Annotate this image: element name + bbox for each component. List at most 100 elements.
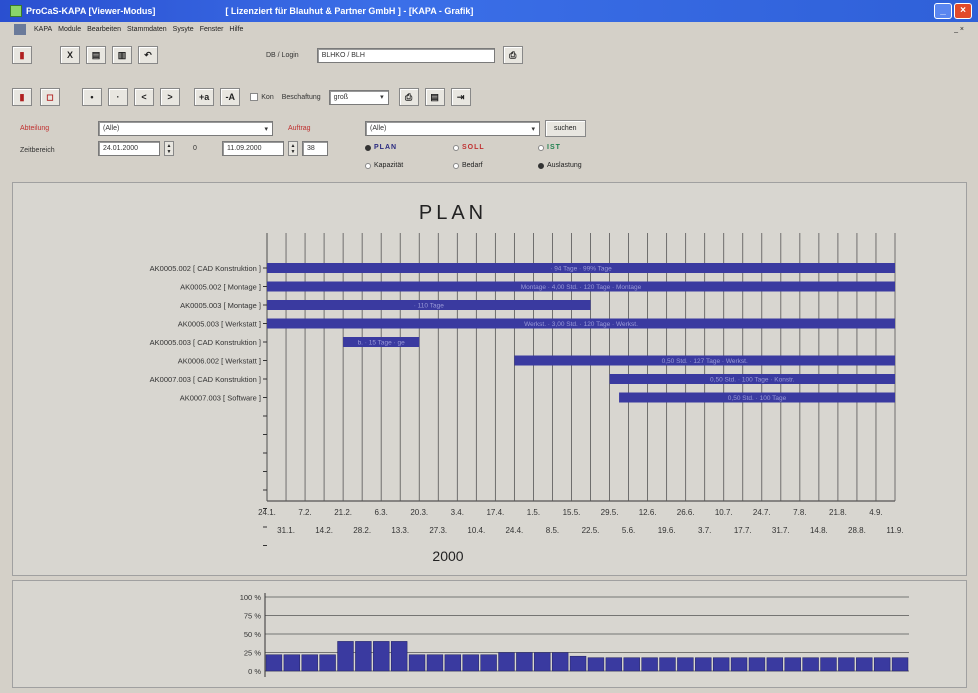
task-label: AK0007.003 [ Software ]: [180, 394, 261, 403]
size-select[interactable]: groß ▾: [328, 89, 389, 105]
x-tick-label-bottom: 31.7.: [772, 526, 790, 535]
zoom-out-button[interactable]: -A: [220, 88, 241, 106]
utilisation-bar: [444, 654, 462, 672]
minimize-button[interactable]: _: [934, 3, 952, 19]
prev-button[interactable]: <: [134, 88, 154, 106]
zoom-in-button[interactable]: +a: [194, 88, 215, 106]
radio-soll[interactable]: SOLL: [453, 144, 485, 151]
utilisation-bar: [838, 657, 855, 672]
copy-button[interactable]: ▤: [86, 46, 106, 64]
save-icon[interactable]: ▤: [424, 88, 445, 106]
close-button[interactable]: ×: [954, 3, 972, 19]
x-tick-label-bottom: 19.6.: [658, 526, 676, 535]
undo-button[interactable]: ↶: [138, 46, 158, 64]
paste-button[interactable]: ▥: [112, 46, 132, 64]
utilisation-bar: [390, 641, 408, 672]
task-bar-label: Montage · 4,00 Std. · 120 Tage · Montage: [521, 284, 642, 291]
delete-button[interactable]: X: [60, 46, 80, 64]
date-from-spinner[interactable]: ▲ ▼: [164, 141, 174, 156]
radio-kapazitat[interactable]: Kapazität: [365, 162, 403, 169]
kon-checkbox-label: Kon: [261, 93, 274, 101]
mdi-controls[interactable]: _ ×: [954, 26, 964, 33]
title-bar: ProCaS-KAPA [Viewer-Modus] [ Lizenziert …: [0, 0, 978, 22]
x-tick-label-top: 29.5.: [601, 508, 619, 517]
radio-ist-dot[interactable]: [538, 144, 544, 151]
radio-plan[interactable]: PLAN: [365, 144, 397, 151]
task-label: AK0005.002 [ Montage ]: [180, 283, 261, 292]
license-title: [ Lizenziert für Blauhut & Partner GmbH …: [225, 6, 474, 16]
x-tick-label-top: 17.4.: [486, 508, 504, 517]
utilisation-bar: [641, 657, 658, 672]
date-from-field[interactable]: 24.01.2000: [98, 141, 160, 156]
print-icon[interactable]: ⎙: [398, 88, 419, 106]
x-tick-label-top: 6.3.: [375, 508, 388, 517]
y-tick-label: 25 %: [244, 649, 261, 658]
utilisation-bar: [712, 657, 730, 672]
x-tick-label-bottom: 3.7.: [698, 526, 711, 535]
menu-kapa[interactable]: KAPA: [34, 26, 52, 33]
export-icon[interactable]: ⇥: [450, 88, 471, 106]
radio-soll-dot[interactable]: [453, 144, 459, 151]
dot-button-1[interactable]: •: [82, 88, 102, 106]
utilisation-bar: [891, 657, 909, 672]
radio-kapazitat-dot[interactable]: [365, 162, 371, 169]
radio-bedarf-dot[interactable]: [453, 162, 459, 169]
task-label: AK0007.003 [ CAD Konstruktion ]: [150, 375, 261, 384]
print-button[interactable]: ⎙: [502, 46, 523, 64]
auftrag-select[interactable]: (Alle) ▾: [365, 121, 540, 136]
abteilung-value: (Alle): [103, 125, 120, 132]
utilisation-bar: [873, 657, 891, 672]
utilisation-bar: [587, 657, 605, 672]
menu-module[interactable]: Module: [58, 26, 81, 33]
utilisation-bar: [766, 657, 784, 672]
x-tick-label-bottom: 24.4.: [505, 526, 523, 535]
task-label: AK0006.002 [ Werkstatt ]: [178, 357, 261, 366]
date-to-field[interactable]: 11.09.2000: [222, 141, 284, 156]
x-tick-label-top: 21.2.: [334, 508, 352, 517]
utilisation-bar: [534, 652, 551, 672]
x-tick-label-bottom: 14.8.: [810, 526, 828, 535]
x-tick-label-top: 24.1.: [258, 508, 276, 517]
x-tick-label-bottom: 11.9.: [886, 526, 903, 535]
utilisation-bar: [802, 657, 819, 672]
x-tick-label-bottom: 5.6.: [622, 526, 635, 535]
task-bar-label: 0,50 Std. · 100 Tage: [728, 395, 787, 402]
date-to-spinner[interactable]: ▲ ▼: [288, 141, 298, 156]
abteilung-select[interactable]: (Alle) ▾: [98, 121, 273, 136]
x-tick-label-bottom: 27.3.: [429, 526, 447, 535]
exit-icon[interactable]: ▮: [12, 46, 32, 64]
menu-fenster[interactable]: Fenster: [200, 26, 224, 33]
utilisation-bar: [551, 652, 569, 672]
kon-checkbox-box[interactable]: [250, 93, 259, 101]
y-tick-label: 75 %: [244, 612, 261, 621]
utilisation-bar: [748, 657, 766, 672]
x-tick-label-bottom: 14.2.: [315, 526, 333, 535]
radio-kapazitat-label: Kapazität: [374, 162, 404, 169]
gantt-panel: PLAN 24.1. 7.2. 21.2. 6.3. 20.3. 3.4. 17.4. 1.5.…: [12, 182, 967, 576]
radio-auslastung-dot[interactable]: [538, 162, 544, 169]
search-button[interactable]: suchen: [545, 120, 586, 137]
radio-auslastung[interactable]: Auslastung: [538, 162, 582, 169]
date-to-days[interactable]: 38: [302, 141, 328, 156]
sheet-icon[interactable]: ◻: [40, 88, 60, 106]
radio-plan-dot[interactable]: [365, 144, 371, 151]
chevron-down-icon: ▾: [264, 125, 268, 133]
menu-stammdaten[interactable]: Stammdaten: [127, 26, 167, 33]
task-bar-label: b. · 15 Tage · ge: [358, 340, 406, 347]
y-tick-label: 0 %: [248, 667, 261, 676]
menu-bearbeiten[interactable]: Bearbeiten: [87, 26, 121, 33]
size-select-value: groß: [333, 93, 349, 101]
exit-icon-2[interactable]: ▮: [12, 88, 32, 106]
toolbar-1: ▮ X ▤ ▥ ↶ DB / Login BLHKO / BLH ⎙: [0, 40, 978, 70]
radio-bedarf[interactable]: Bedarf: [453, 162, 483, 169]
toolbar-2: ▮ ◻ • · < > +a -A Kon Beschaftung groß ▾ …: [0, 86, 978, 108]
kon-checkbox[interactable]: Kon: [250, 93, 274, 101]
menu-hilfe[interactable]: Hilfe: [229, 26, 243, 33]
x-tick-label-bottom: 17.7.: [734, 526, 752, 535]
menu-sysyte[interactable]: Sysyte: [173, 26, 194, 33]
utilisation-bar: [605, 657, 623, 672]
radio-ist[interactable]: IST: [538, 144, 561, 151]
dot-button-2[interactable]: ·: [108, 88, 128, 106]
x-tick-label-top: 24.7.: [753, 508, 771, 517]
next-button[interactable]: >: [160, 88, 180, 106]
